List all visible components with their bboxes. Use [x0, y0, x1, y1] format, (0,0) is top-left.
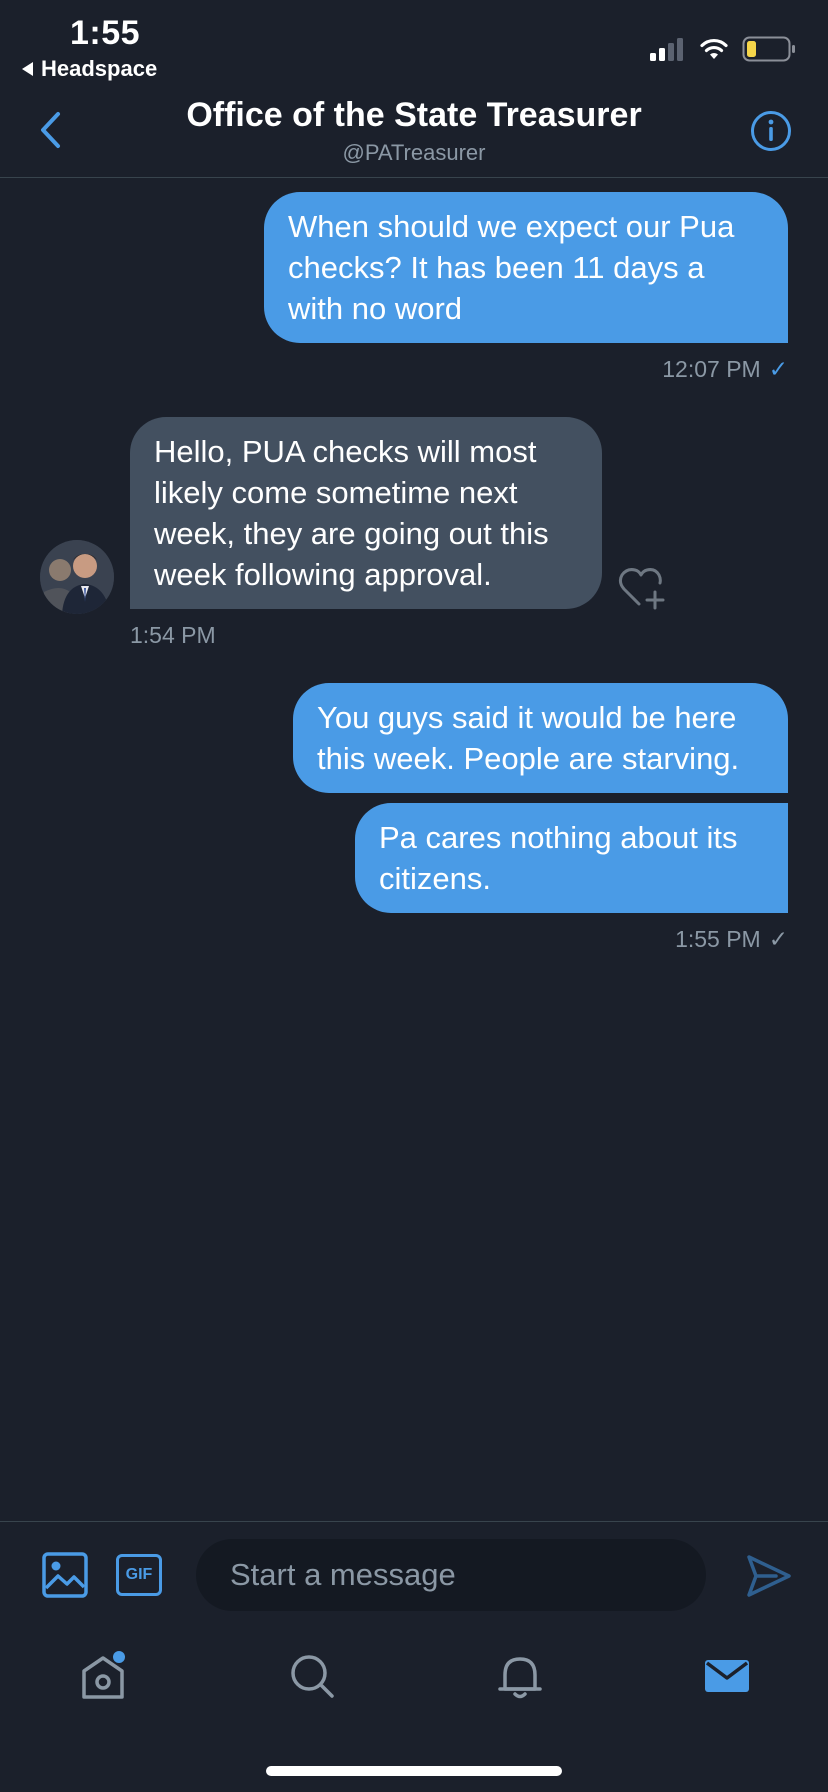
image-icon — [42, 1552, 88, 1598]
read-check-icon: ✓ — [768, 356, 788, 382]
bell-icon — [498, 1657, 542, 1699]
tab-bar — [0, 1631, 828, 1731]
message-composer: GIF — [0, 1521, 828, 1631]
add-photo-button[interactable] — [42, 1552, 88, 1598]
message-bubble-outgoing[interactable]: You guys said it would be here this week… — [293, 683, 788, 793]
wifi-icon — [700, 38, 728, 59]
avatar[interactable] — [40, 540, 114, 614]
conversation-title: Office of the State Treasurer — [186, 96, 642, 134]
conversation-header: Office of the State Treasurer @PATreasur… — [0, 88, 828, 178]
tab-messages[interactable] — [702, 1651, 752, 1701]
back-app-label: Headspace — [41, 56, 158, 81]
search-icon — [291, 1655, 334, 1698]
info-button[interactable] — [750, 110, 792, 152]
gif-button[interactable]: GIF — [116, 1554, 162, 1596]
tab-notifications[interactable] — [495, 1651, 545, 1701]
back-triangle-icon — [22, 62, 33, 76]
message-bubble-incoming[interactable]: Hello, PUA checks will most likely come … — [130, 417, 602, 609]
message-input[interactable] — [196, 1539, 706, 1611]
battery-icon — [742, 36, 795, 62]
conversation-handle: @PATreasurer — [342, 140, 486, 165]
send-button[interactable] — [746, 1554, 792, 1598]
tab-home[interactable] — [78, 1651, 128, 1701]
gif-label: GIF — [125, 1566, 153, 1583]
tab-search[interactable] — [287, 1651, 337, 1701]
sent-check-icon: ✓ — [768, 926, 788, 952]
signal-icon — [650, 38, 683, 61]
avatar-image — [40, 540, 114, 614]
status-time: 1:55 — [70, 14, 141, 52]
like-message-button[interactable] — [618, 566, 668, 612]
send-icon — [747, 1555, 791, 1597]
home-icon — [82, 1651, 125, 1699]
message-timestamp: 1:55 PM ✓ — [675, 926, 788, 952]
back-to-app[interactable]: Headspace — [22, 56, 157, 82]
info-icon — [751, 111, 791, 151]
message-timestamp: 1:54 PM — [130, 622, 216, 648]
message-timestamp: 12:07 PM ✓ — [662, 356, 788, 382]
status-icons — [648, 36, 796, 62]
message-bubble-outgoing[interactable]: When should we expect our Pua checks? It… — [264, 192, 788, 343]
home-indicator[interactable] — [266, 1766, 562, 1776]
heart-add-icon — [618, 568, 665, 610]
message-bubble-outgoing[interactable]: Pa cares nothing about its citizens. — [355, 803, 788, 913]
mail-icon — [705, 1660, 749, 1692]
